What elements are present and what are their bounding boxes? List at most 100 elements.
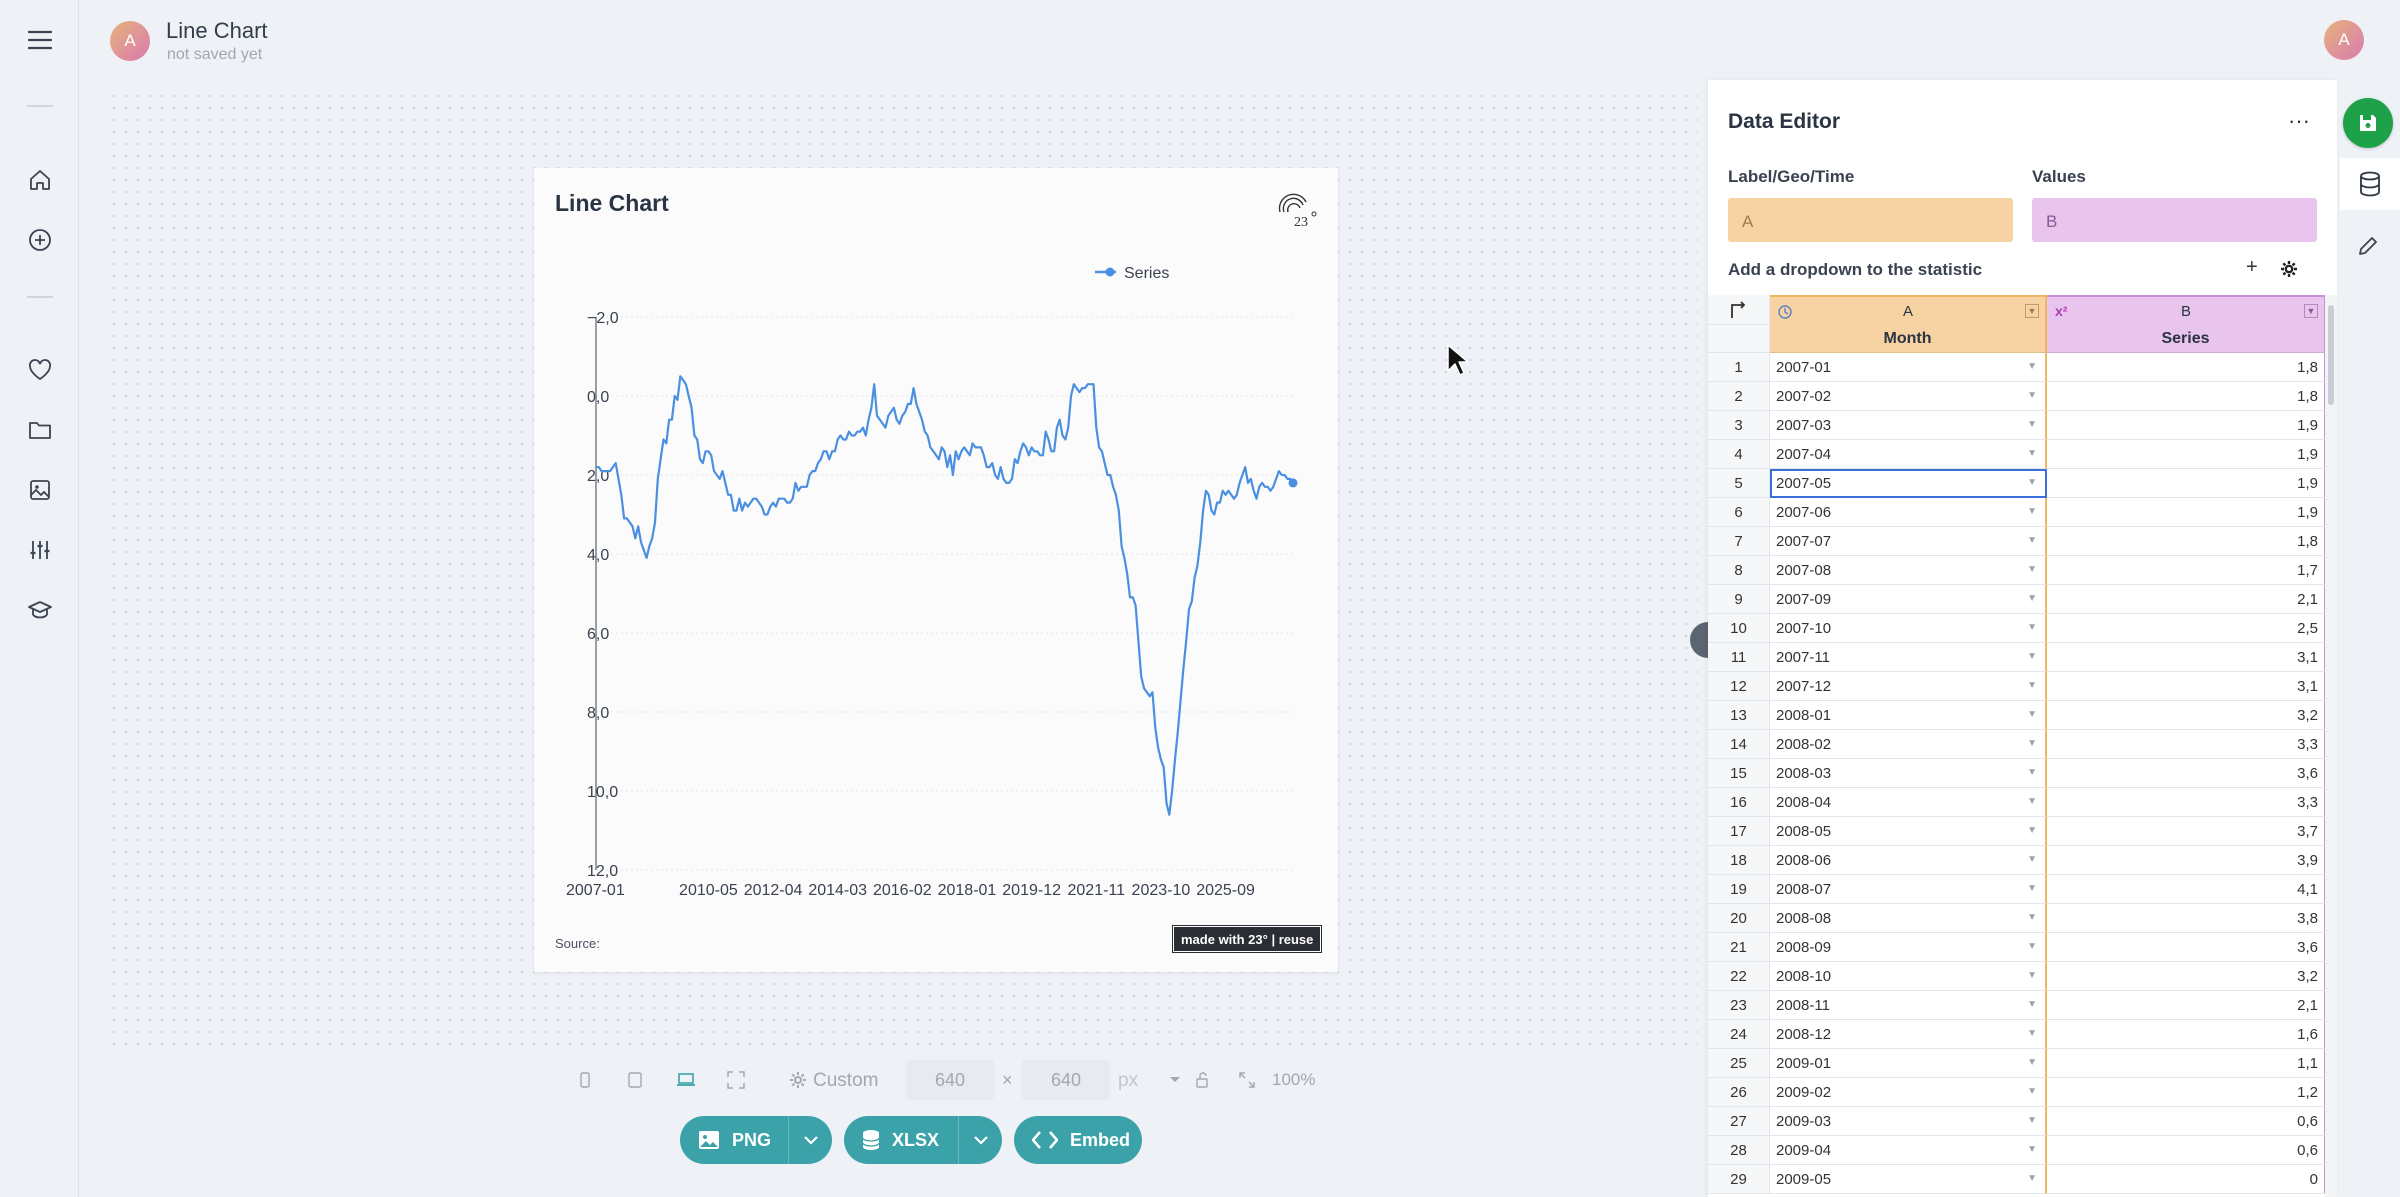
made-with-badge[interactable]: made with 23° | reuse	[1171, 925, 1323, 953]
png-export-button[interactable]: PNG	[680, 1116, 832, 1164]
label-column-select[interactable]: A	[1728, 198, 2013, 242]
cell-value[interactable]: 1,7	[2047, 556, 2326, 585]
cell-dropdown-icon[interactable]: ▼	[2027, 796, 2037, 807]
image-icon[interactable]	[24, 474, 56, 506]
design-editor-tab[interactable]	[2350, 228, 2386, 264]
cell-month[interactable]: 2007-05 ▼	[1770, 469, 2047, 498]
cell-value[interactable]: 2,1	[2047, 991, 2326, 1020]
row-number[interactable]: 15	[1708, 759, 1770, 788]
row-number[interactable]: 11	[1708, 643, 1770, 672]
cell-value[interactable]: 3,3	[2047, 730, 2326, 759]
row-number[interactable]: 25	[1708, 1049, 1770, 1078]
row-number[interactable]: 8	[1708, 556, 1770, 585]
cell-month[interactable]: 2007-12 ▼	[1770, 672, 2047, 701]
settings-gear-icon[interactable]	[786, 1068, 810, 1092]
cell-month[interactable]: 2007-09 ▼	[1770, 585, 2047, 614]
cell-month[interactable]: 2008-11 ▼	[1770, 991, 2047, 1020]
cell-dropdown-icon[interactable]: ▼	[2027, 767, 2037, 778]
values-column-select[interactable]: B	[2032, 198, 2317, 242]
cell-month[interactable]: 2008-07 ▼	[1770, 875, 2047, 904]
cell-dropdown-icon[interactable]: ▼	[2027, 361, 2037, 372]
embed-button[interactable]: Embed	[1014, 1116, 1142, 1164]
cell-dropdown-icon[interactable]: ▼	[2027, 709, 2037, 720]
row-number[interactable]: 23	[1708, 991, 1770, 1020]
row-number[interactable]: 27	[1708, 1107, 1770, 1136]
cell-dropdown-icon[interactable]: ▼	[2027, 970, 2037, 981]
cell-value[interactable]: 3,1	[2047, 672, 2326, 701]
row-number[interactable]: 1	[1708, 353, 1770, 382]
cell-dropdown-icon[interactable]: ▼	[2027, 1028, 2037, 1039]
laptop-view-icon[interactable]	[674, 1068, 698, 1092]
cell-value[interactable]: 3,9	[2047, 846, 2326, 875]
save-button[interactable]	[2343, 98, 2393, 148]
row-number[interactable]: 24	[1708, 1020, 1770, 1049]
cell-month[interactable]: 2007-04 ▼	[1770, 440, 2047, 469]
cell-month[interactable]: 2007-08 ▼	[1770, 556, 2047, 585]
height-input[interactable]: 640	[1022, 1060, 1110, 1100]
png-dropdown-icon[interactable]	[788, 1116, 832, 1164]
grid-scrollbar[interactable]	[2325, 295, 2337, 1197]
row-number[interactable]: 17	[1708, 817, 1770, 846]
row-number[interactable]: 26	[1708, 1078, 1770, 1107]
menu-icon[interactable]	[24, 24, 56, 56]
xlsx-export-button[interactable]: XLSX	[844, 1116, 1002, 1164]
cell-month[interactable]: 2008-04 ▼	[1770, 788, 2047, 817]
folder-icon[interactable]	[24, 414, 56, 446]
cell-month[interactable]: 2008-01 ▼	[1770, 701, 2047, 730]
cell-month[interactable]: 2008-06 ▼	[1770, 846, 2047, 875]
cell-month[interactable]: 2008-05 ▼	[1770, 817, 2047, 846]
gear-icon[interactable]	[2280, 260, 2298, 278]
width-input[interactable]: 640	[906, 1060, 994, 1100]
cell-dropdown-icon[interactable]: ▼	[2027, 738, 2037, 749]
cell-value[interactable]: 0,6	[2047, 1136, 2326, 1165]
cell-value[interactable]: 1,8	[2047, 382, 2326, 411]
cell-value[interactable]: 4,1	[2047, 875, 2326, 904]
data-editor-tab[interactable]	[2340, 158, 2400, 210]
row-number[interactable]: 2	[1708, 382, 1770, 411]
column-a-name[interactable]: Month	[1770, 325, 2047, 353]
row-number[interactable]: 7	[1708, 527, 1770, 556]
cell-month[interactable]: 2007-03 ▼	[1770, 411, 2047, 440]
phone-view-icon[interactable]	[573, 1068, 597, 1092]
heart-icon[interactable]	[24, 354, 56, 386]
cell-value[interactable]: 1,8	[2047, 353, 2326, 382]
cell-month[interactable]: 2008-12 ▼	[1770, 1020, 2047, 1049]
cell-dropdown-icon[interactable]: ▼	[2027, 1086, 2037, 1097]
more-options-icon[interactable]: ···	[2288, 108, 2310, 134]
cell-dropdown-icon[interactable]: ▼	[2027, 1057, 2037, 1068]
cell-dropdown-icon[interactable]: ▼	[2027, 999, 2037, 1010]
cell-dropdown-icon[interactable]: ▼	[2027, 622, 2037, 633]
cell-month[interactable]: 2008-08 ▼	[1770, 904, 2047, 933]
sliders-icon[interactable]	[24, 534, 56, 566]
cell-value[interactable]: 1,9	[2047, 440, 2326, 469]
cell-month[interactable]: 2007-02 ▼	[1770, 382, 2047, 411]
cell-value[interactable]: 3,2	[2047, 962, 2326, 991]
row-number[interactable]: 20	[1708, 904, 1770, 933]
cell-dropdown-icon[interactable]: ▼	[2027, 477, 2037, 488]
cell-dropdown-icon[interactable]: ▼	[2027, 1173, 2037, 1184]
row-number[interactable]: 12	[1708, 672, 1770, 701]
cell-dropdown-icon[interactable]: ▼	[2027, 448, 2037, 459]
cell-value[interactable]: 3,6	[2047, 933, 2326, 962]
add-circle-icon[interactable]	[24, 224, 56, 256]
cell-value[interactable]: 2,5	[2047, 614, 2326, 643]
cell-value[interactable]: 0,6	[2047, 1107, 2326, 1136]
column-a-header[interactable]: A ▼	[1770, 295, 2047, 325]
cell-month[interactable]: 2007-06 ▼	[1770, 498, 2047, 527]
cell-dropdown-icon[interactable]: ▼	[2027, 883, 2037, 894]
cell-value[interactable]: 1,9	[2047, 498, 2326, 527]
xlsx-dropdown-icon[interactable]	[958, 1116, 1002, 1164]
cell-dropdown-icon[interactable]: ▼	[2027, 825, 2037, 836]
row-number[interactable]: 10	[1708, 614, 1770, 643]
cell-month[interactable]: 2007-10 ▼	[1770, 614, 2047, 643]
cell-value[interactable]: 1,2	[2047, 1078, 2326, 1107]
cell-dropdown-icon[interactable]: ▼	[2027, 912, 2037, 923]
cell-dropdown-icon[interactable]: ▼	[2027, 419, 2037, 430]
cell-value[interactable]: 1,9	[2047, 469, 2326, 498]
row-number[interactable]: 13	[1708, 701, 1770, 730]
cell-month[interactable]: 2007-01 ▼	[1770, 353, 2047, 382]
row-number[interactable]: 28	[1708, 1136, 1770, 1165]
row-number[interactable]: 19	[1708, 875, 1770, 904]
lock-aspect-icon[interactable]	[1191, 1068, 1215, 1092]
row-number[interactable]: 3	[1708, 411, 1770, 440]
